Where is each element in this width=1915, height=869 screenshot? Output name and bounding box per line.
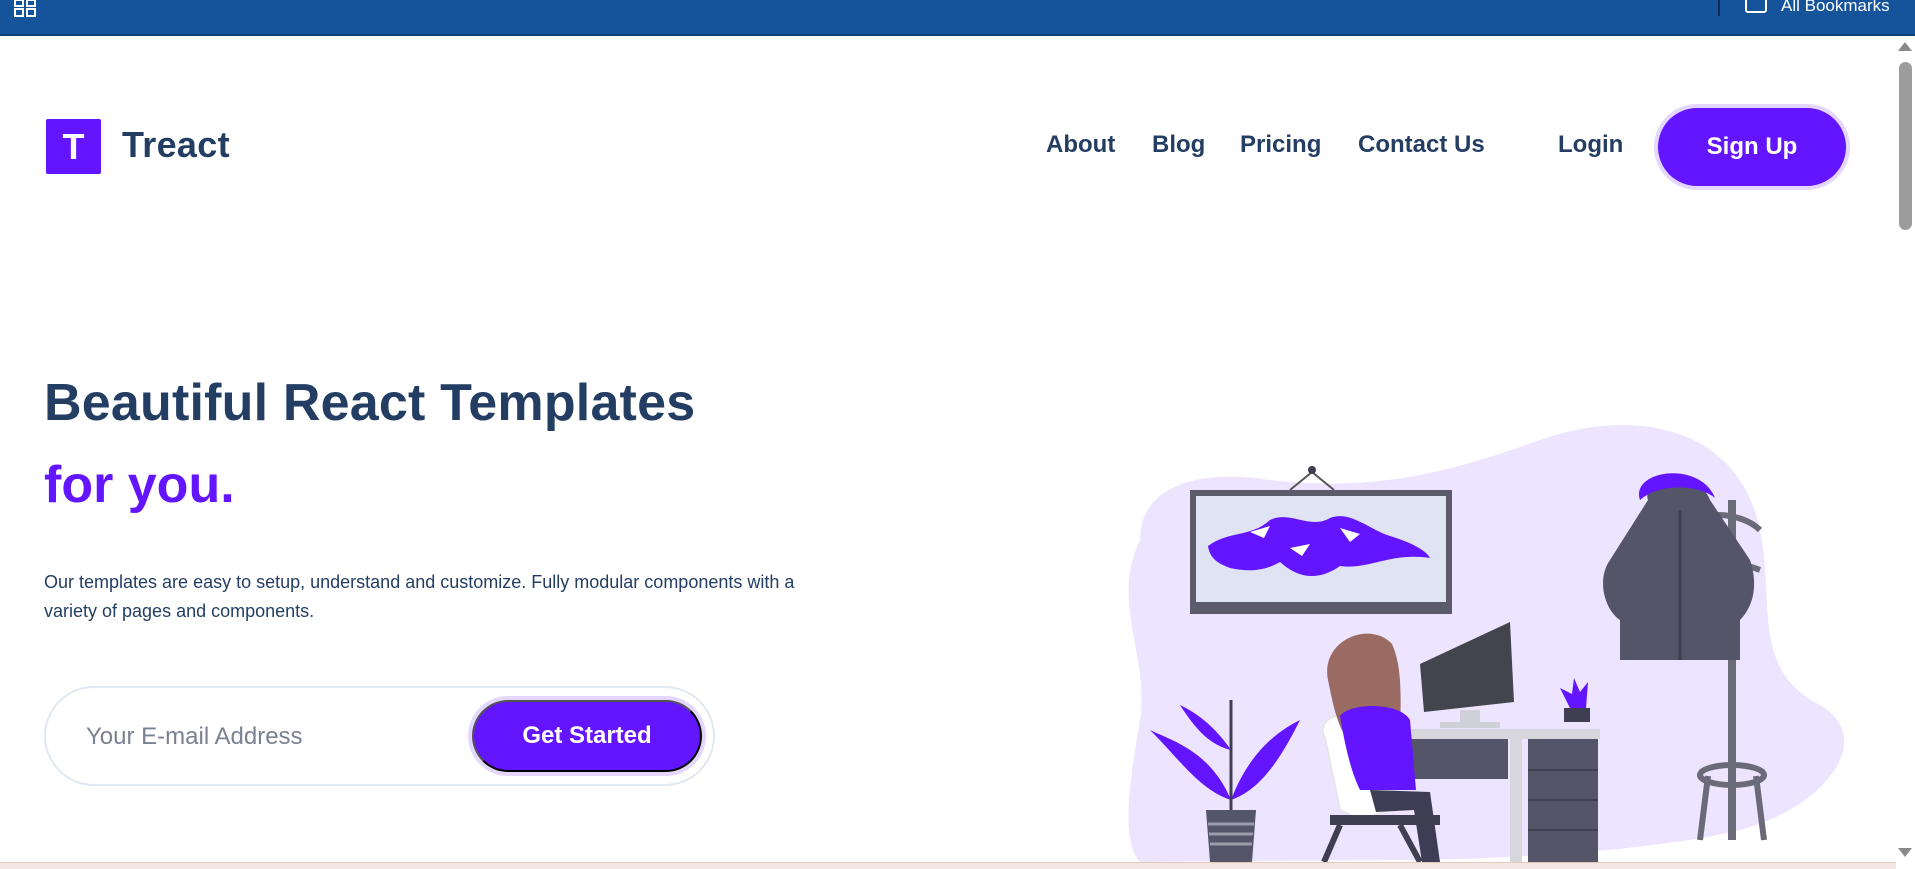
hero-title: Beautiful React Templates	[44, 374, 696, 432]
signup-button[interactable]: Sign Up	[1658, 108, 1846, 186]
nav-link-blog[interactable]: Blog	[1152, 131, 1205, 159]
hero-title-accent: for you.	[44, 456, 235, 514]
apps-grid-icon[interactable]	[14, 0, 38, 18]
scroll-thumb[interactable]	[1899, 62, 1912, 230]
hero-description: Our templates are easy to setup, underst…	[44, 572, 795, 621]
bookmarks-separator	[1718, 0, 1720, 16]
hero-illustration	[1128, 425, 1845, 862]
browser-bookmarks-bar: All Bookmarks	[0, 0, 1915, 36]
bottom-edge	[0, 862, 1896, 869]
folder-icon	[1745, 0, 1767, 13]
brand-name[interactable]: Treact	[122, 124, 230, 166]
logo-icon[interactable]: T	[46, 119, 101, 174]
scroll-down-arrow-icon[interactable]	[1898, 848, 1912, 857]
login-link[interactable]: Login	[1558, 131, 1623, 159]
signup-form: Get Started	[44, 686, 715, 786]
logo-letter: T	[62, 125, 85, 167]
nav-link-contact-us[interactable]: Contact Us	[1358, 131, 1485, 159]
scroll-up-arrow-icon[interactable]	[1898, 42, 1912, 51]
nav-link-about[interactable]: About	[1046, 131, 1115, 159]
nav-link-pricing[interactable]: Pricing	[1240, 131, 1321, 159]
email-input[interactable]	[86, 718, 446, 756]
all-bookmarks-link[interactable]: All Bookmarks	[1781, 0, 1890, 16]
get-started-button[interactable]: Get Started	[472, 700, 702, 772]
